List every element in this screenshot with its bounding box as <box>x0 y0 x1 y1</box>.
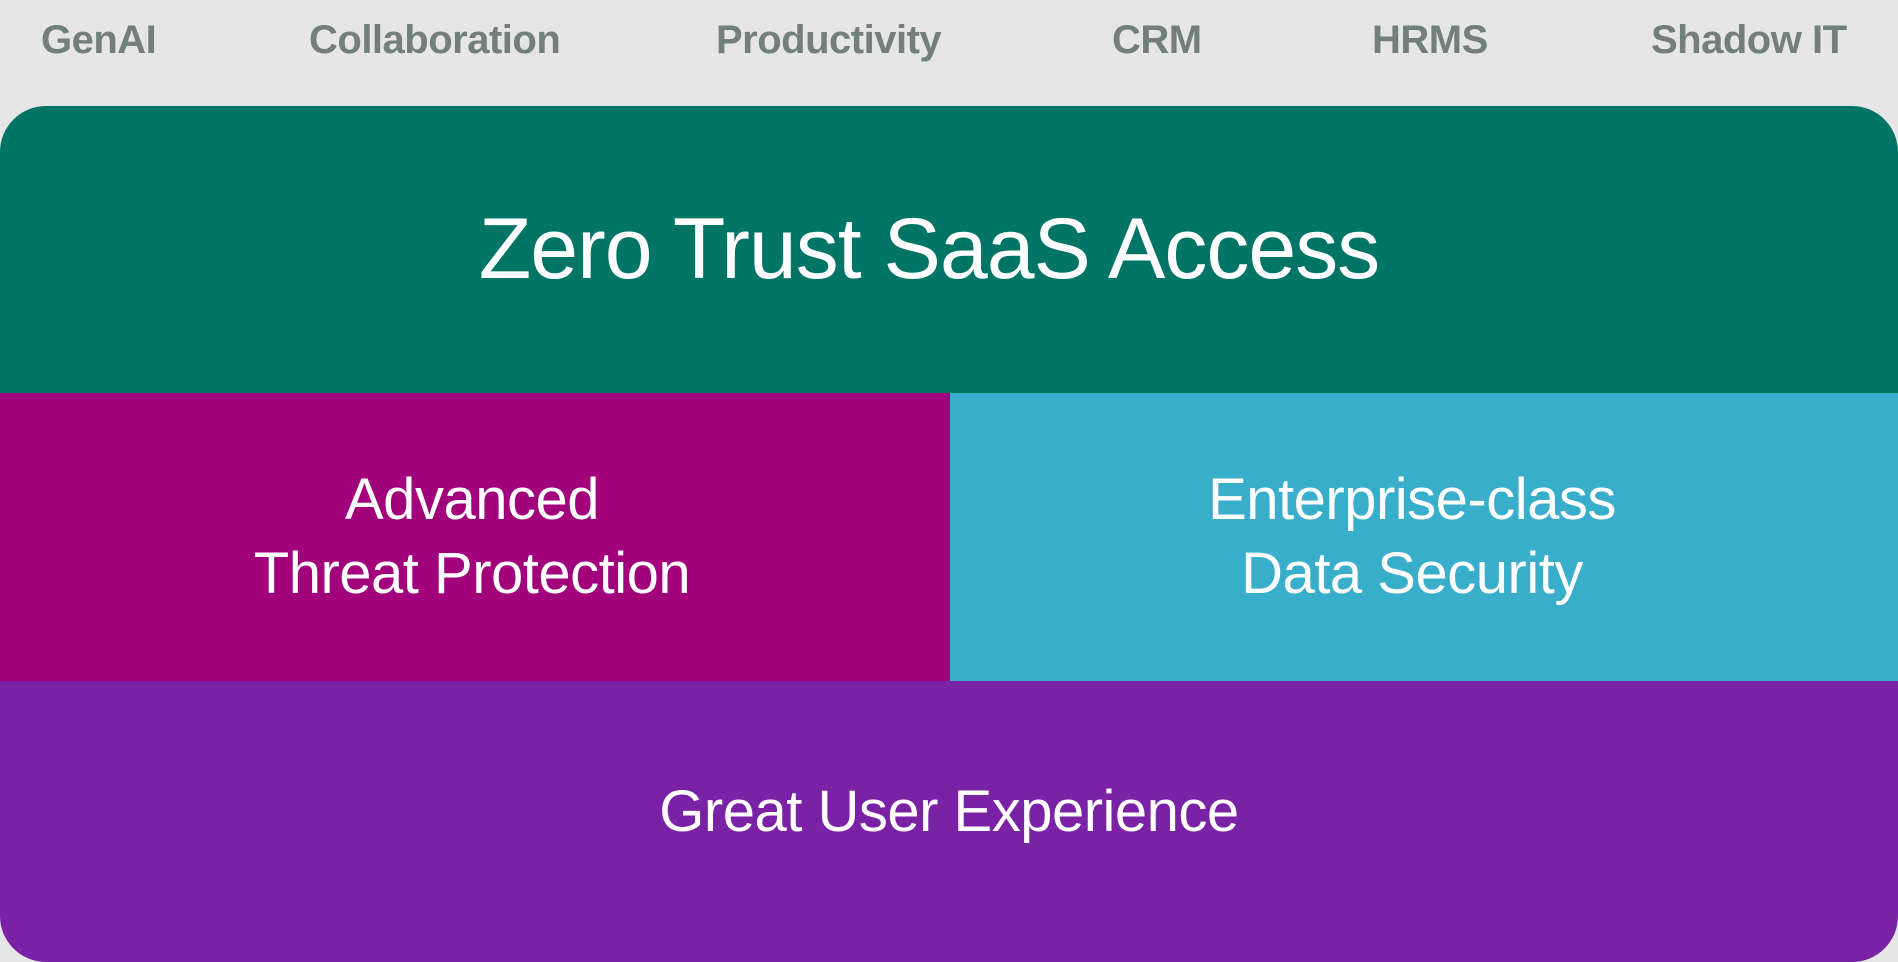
category-genai: GenAI <box>41 18 157 62</box>
layer-title-line2: Data Security <box>1241 541 1583 606</box>
category-hrms: HRMS <box>1372 18 1488 62</box>
layer-enterprise-data-security: Enterprise-class Data Security <box>950 393 1898 681</box>
layer-advanced-threat-protection: Advanced Threat Protection <box>0 393 950 681</box>
category-crm: CRM <box>1112 18 1202 62</box>
category-shadow-it: Shadow IT <box>1651 18 1847 62</box>
layer-stack: Zero Trust SaaS Access Advanced Threat P… <box>0 106 1898 962</box>
layer-great-user-experience: Great User Experience <box>0 681 1898 962</box>
layer-title-line1: Enterprise-class <box>1208 467 1616 532</box>
layer-title-line1: Advanced <box>345 467 599 532</box>
layer-title: Advanced Threat Protection <box>253 463 691 611</box>
category-productivity: Productivity <box>716 18 942 62</box>
layer-title: Enterprise-class Data Security <box>1208 463 1616 611</box>
layer-title: Zero Trust SaaS Access <box>478 201 1380 297</box>
layer-title-line2: Threat Protection <box>253 541 691 606</box>
layer-title: Great User Experience <box>659 779 1239 844</box>
category-collaboration: Collaboration <box>309 18 561 62</box>
layer-zero-trust-saas-access: Zero Trust SaaS Access <box>0 106 1898 393</box>
category-bar: GenAI Collaboration Productivity CRM HRM… <box>0 0 1898 106</box>
